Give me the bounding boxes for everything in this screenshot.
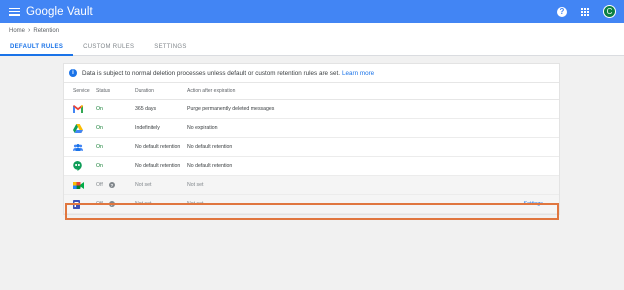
app-bar: Google Vault ? C — [0, 0, 624, 23]
header-action: Action after expiration — [187, 88, 236, 94]
action-cell: Purge permanently deleted messages — [187, 106, 275, 112]
status-text: On — [96, 144, 103, 150]
header-status: Status — [96, 88, 111, 94]
banner-text: Data is subject to normal deletion proce… — [82, 69, 340, 77]
action-cell: No expiration — [187, 125, 218, 131]
duration-cell: Not set — [135, 201, 152, 207]
duration-cell: 365 days — [135, 106, 157, 112]
status-text: On — [96, 163, 103, 169]
retention-card: i Data is subject to normal deletion pro… — [63, 63, 560, 215]
action-cell: No default retention — [187, 144, 233, 150]
tab-settings[interactable]: SETTINGS — [144, 37, 196, 56]
duration-cell: No default retention — [135, 144, 181, 150]
table-row[interactable]: On No default retention No default reten… — [64, 138, 559, 157]
learn-more-link[interactable]: Learn more — [342, 70, 374, 77]
gmail-icon — [73, 105, 83, 113]
action-cell: Not set — [187, 182, 204, 188]
drive-icon — [73, 123, 83, 133]
table-row[interactable]: Off ? Not set Not set Settings — [64, 195, 559, 214]
status-text: On — [96, 106, 103, 112]
sites-icon — [73, 199, 80, 209]
info-banner: i Data is subject to normal deletion pro… — [64, 64, 559, 83]
table-row[interactable]: On No default retention No default reten… — [64, 157, 559, 176]
breadcrumb-home[interactable]: Home — [9, 28, 25, 34]
table-row[interactable]: On 365 days Purge permanently deleted me… — [64, 100, 559, 119]
status-text: Off — [96, 182, 103, 188]
tab-bar: DEFAULT RULES CUSTOM RULES SETTINGS — [0, 37, 197, 56]
breadcrumb: Home › Retention — [9, 27, 59, 34]
action-cell: Not set — [187, 201, 204, 207]
chevron-right-icon: › — [28, 27, 31, 34]
duration-cell: No default retention — [135, 163, 181, 169]
status-text: Off — [96, 201, 103, 207]
info-icon: i — [69, 69, 77, 77]
subheader: Home › Retention DEFAULT RULES CUSTOM RU… — [0, 23, 624, 56]
hangouts-chat-icon — [73, 161, 82, 171]
header-duration: Duration — [135, 88, 154, 94]
menu-icon[interactable] — [9, 7, 20, 16]
settings-link[interactable]: Settings — [524, 201, 543, 207]
app-title[interactable]: Google Vault — [26, 6, 93, 18]
help-icon[interactable]: ? — [108, 182, 115, 188]
action-cell: No default retention — [187, 163, 233, 169]
help-icon[interactable]: ? — [557, 6, 567, 17]
table-header: Service Status Duration Action after exp… — [64, 83, 559, 100]
table-row[interactable]: Off ? Not set Not set — [64, 176, 559, 195]
apps-grid-icon[interactable] — [581, 7, 589, 16]
meet-icon — [73, 181, 84, 189]
avatar[interactable]: C — [603, 5, 616, 18]
tab-custom-rules[interactable]: CUSTOM RULES — [73, 37, 144, 56]
groups-icon — [73, 143, 83, 151]
duration-cell: Indefinitely — [135, 125, 160, 131]
retention-table: Service Status Duration Action after exp… — [64, 83, 559, 214]
table-row[interactable]: On Indefinitely No expiration — [64, 119, 559, 138]
duration-cell: Not set — [135, 182, 152, 188]
tab-default-rules[interactable]: DEFAULT RULES — [0, 37, 74, 56]
status-text: On — [96, 125, 103, 131]
breadcrumb-current: Retention — [33, 27, 60, 34]
header-service: Service — [73, 88, 90, 94]
help-icon[interactable]: ? — [108, 201, 115, 207]
